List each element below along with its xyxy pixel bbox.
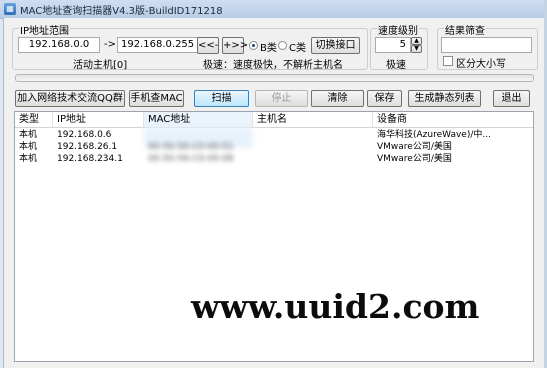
site-watermark: www.uuid2.com [191,287,480,326]
class-b-radio[interactable] [249,41,258,50]
scan-button[interactable]: 扫描 [194,90,249,107]
scan-progress-bar [15,74,534,82]
window-title: MAC地址查询扫描器V4.3版-BuildID171218 [20,6,223,17]
column-header-hostname[interactable]: 主机名 [253,112,373,127]
column-header-type[interactable]: 类型 [15,112,53,127]
speed-title: 速度级别 [377,22,419,37]
class-c-radio[interactable] [278,41,287,50]
clear-button[interactable]: 清除 [311,90,364,107]
stop-button[interactable]: 停止 [255,90,308,107]
class-b-label: B类 [260,43,277,54]
app-icon: ▦ [4,3,16,15]
generate-static-list-button[interactable]: 生成静态列表 [408,90,481,107]
column-header-ip[interactable]: IP地址 [53,112,144,127]
title-bar[interactable]: ▦ MAC地址查询扫描器V4.3版-BuildID171218 [0,0,547,19]
next-range-button[interactable]: +>> [222,37,248,54]
case-sensitive-label: 区分大小写 [456,59,506,70]
cell-host [253,153,373,165]
cell-type: 本机 [19,142,38,152]
column-header-mac[interactable]: MAC地址 [144,112,253,127]
cell-type: 本机 [19,130,38,140]
end-ip-input[interactable]: 192.168.0.255 [117,37,198,53]
results-list-header: 类型 IP地址 MAC地址 主机名 设备商 [15,112,533,128]
filter-input[interactable] [441,37,532,53]
active-hosts-label: 活动主机[0] [73,60,128,71]
main-panel: IP地址范围 192.168.0.0 -> 192.168.0.255 <<- … [3,18,546,368]
cell-vendor: VMware公司/美国 [377,154,452,164]
cell-ip: 192.168.26.1 [57,142,118,152]
cell-host [253,129,373,141]
join-qq-group-button[interactable]: 加入网络技术交流QQ群 [15,90,125,107]
filter-group: 结果筛查 区分大小写 [437,22,538,70]
save-button[interactable]: 保存 [367,90,402,107]
range-arrow: -> [104,39,116,50]
cell-ip: 192.168.234.1 [57,154,123,164]
ip-range-title: IP地址范围 [19,22,70,37]
column-header-vendor[interactable]: 设备商 [373,112,533,127]
cell-mac: 00-50-56-C0-00-08 [148,154,234,164]
speed-group: 速度级别 5 ▲ ▼ 极速 [370,22,428,71]
speed-level-input[interactable]: 5 [375,37,411,53]
cell-mac: 00-50-56-C0-00-01 [148,142,234,152]
switch-interface-button[interactable]: 切换接口 [311,37,360,54]
class-c-label: C类 [289,43,306,54]
spin-down-icon[interactable]: ▼ [411,45,422,53]
spin-up-icon[interactable]: ▲ [411,37,422,45]
case-sensitive-checkbox[interactable] [443,56,453,66]
speed-level-label: 极速 [386,60,406,71]
cell-host [253,141,373,153]
start-ip-input[interactable]: 192.168.0.0 [18,37,100,53]
table-row[interactable]: 本机 192.168.234.1 00-50-56-C0-00-08 VMware公司… [15,153,533,165]
cell-mac [144,129,253,141]
table-row[interactable]: 本机 192.168.26.1 00-50-56-C0-00-01 VMware公司/… [15,141,533,153]
cell-ip: 192.168.0.6 [57,130,112,140]
cell-type: 本机 [19,154,38,164]
exit-button[interactable]: 退出 [493,90,530,107]
ip-range-group: IP地址范围 192.168.0.0 -> 192.168.0.255 <<- … [12,22,368,71]
prev-range-button[interactable]: <<- [197,37,219,54]
table-row[interactable]: 本机 192.168.0.6 海华科技(AzureWave)/中... [15,129,533,141]
filter-title: 结果筛查 [444,22,486,37]
phone-mac-button[interactable]: 手机查MAC [129,90,184,107]
cell-vendor: 海华科技(AzureWave)/中... [377,130,491,140]
cell-vendor: VMware公司/美国 [377,142,452,152]
speed-note: 极速：速度极快，不解析主机名 [203,60,343,71]
